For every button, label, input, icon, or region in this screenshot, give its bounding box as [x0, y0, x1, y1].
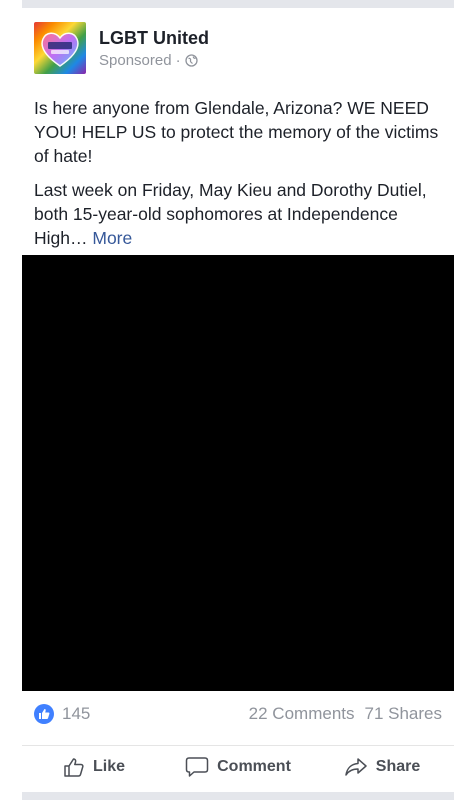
like-label: Like: [92, 758, 125, 775]
page-avatar[interactable]: [34, 22, 86, 74]
reactions-summary[interactable]: 145: [34, 704, 90, 724]
share-label: Share: [375, 758, 421, 775]
shares-count[interactable]: 71 Shares: [365, 704, 443, 724]
sponsored-row: Sponsored ·: [99, 52, 198, 69]
post-body: Is here anyone from Glendale, Arizona? W…: [34, 96, 442, 260]
rainbow-heart-logo: [34, 22, 86, 74]
like-reaction-icon: [34, 704, 54, 724]
comment-label: Comment: [217, 758, 291, 775]
post-paragraph-2: Last week on Friday, May Kieu and Doroth…: [34, 178, 442, 250]
comment-button[interactable]: Comment: [166, 746, 310, 786]
thumbs-up-icon: [63, 756, 85, 778]
sponsored-label[interactable]: Sponsored: [99, 52, 172, 69]
like-button[interactable]: Like: [22, 746, 166, 786]
post-paragraph-1: Is here anyone from Glendale, Arizona? W…: [34, 98, 439, 166]
engagement-stats: 145 22 Comments 71 Shares: [34, 703, 442, 729]
meta-separator: ·: [175, 52, 181, 69]
see-more-link[interactable]: More: [92, 228, 132, 248]
feed-divider-bottom: [22, 792, 454, 800]
post-header: LGBT United Sponsored ·: [34, 22, 454, 78]
feed-divider-top: [22, 0, 454, 8]
facebook-post-screen: LGBT United Sponsored · Is here anyone f…: [0, 0, 476, 800]
comments-count[interactable]: 22 Comments: [249, 704, 355, 724]
comment-share-counts: 22 Comments 71 Shares: [249, 704, 442, 724]
share-arrow-icon: [344, 756, 368, 778]
share-button[interactable]: Share: [310, 746, 454, 786]
likes-count: 145: [62, 704, 91, 723]
post-media[interactable]: [22, 255, 454, 691]
page-name[interactable]: LGBT United: [99, 28, 209, 49]
speech-bubble-icon: [185, 756, 209, 778]
action-bar: Like Comment Share: [22, 745, 454, 786]
globe-icon: [184, 54, 198, 67]
